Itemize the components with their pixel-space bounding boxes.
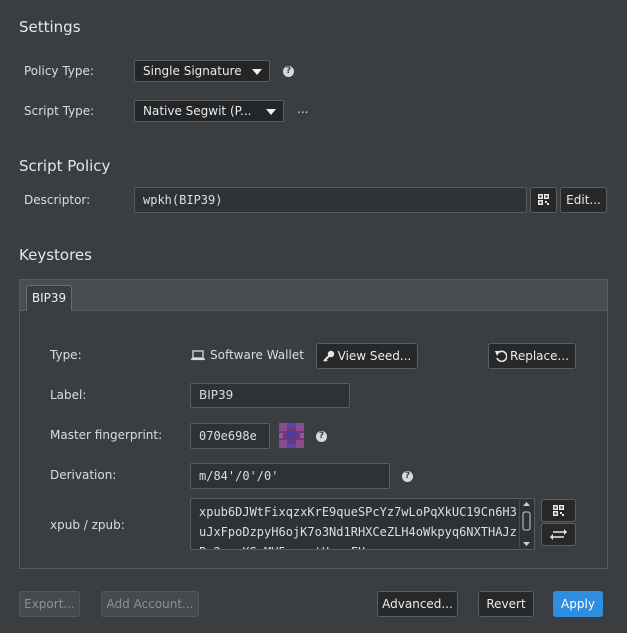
- revert-button[interactable]: Revert: [478, 591, 534, 617]
- chevron-down-icon: [266, 109, 276, 115]
- descriptor-edit-button[interactable]: Edit...: [560, 187, 607, 213]
- advanced-button[interactable]: Advanced...: [377, 591, 458, 617]
- tab-bip39[interactable]: BIP39: [26, 285, 72, 311]
- xpub-label: xpub / zpub:: [50, 518, 125, 532]
- derivation-label: Derivation:: [50, 468, 117, 482]
- identicon: [279, 423, 304, 448]
- script-policy-title: Script Policy: [19, 157, 111, 175]
- xpub-text: xpub6DJWtFixqzxKrE9queSPcYz7wLoPqXkUC19C…: [199, 505, 517, 549]
- label-label: Label:: [50, 388, 87, 402]
- script-type-value: Native Segwit (P...: [143, 104, 252, 118]
- xpub-field[interactable]: xpub6DJWtFixqzxKrE9queSPcYz7wLoPqXkUC19C…: [190, 498, 535, 550]
- descriptor-qr-button[interactable]: [530, 187, 557, 213]
- xpub-scrollbar[interactable]: [519, 500, 533, 548]
- descriptor-field[interactable]: wpkh(BIP39): [134, 187, 527, 213]
- script-type-more[interactable]: ...: [297, 102, 308, 116]
- undo-icon: [495, 350, 508, 363]
- replace-button[interactable]: Replace...: [488, 343, 576, 369]
- help-icon[interactable]: ?: [316, 431, 327, 442]
- fingerprint-field[interactable]: 070e698e: [190, 423, 270, 449]
- scrollbar-arrows: [522, 502, 531, 546]
- keystore-type-value: Software Wallet: [210, 348, 304, 362]
- keystore-tabbar: BIP39: [20, 280, 607, 311]
- view-seed-button[interactable]: View Seed...: [316, 343, 418, 369]
- chevron-down-icon: [252, 69, 262, 75]
- keystores-title: Keystores: [19, 246, 92, 264]
- qr-code-icon: [538, 194, 549, 205]
- type-label: Type:: [50, 348, 82, 362]
- view-seed-label: View Seed...: [337, 349, 412, 363]
- policy-type-value: Single Signature: [143, 64, 242, 78]
- xpub-qr-button[interactable]: [541, 499, 576, 522]
- qr-code-icon: [553, 505, 564, 516]
- export-button[interactable]: Export...: [19, 591, 80, 617]
- xpub-swap-button[interactable]: [541, 523, 576, 546]
- policy-type-label: Policy Type:: [24, 64, 94, 78]
- swap-icon: [550, 529, 567, 540]
- policy-type-select[interactable]: Single Signature: [134, 60, 270, 82]
- replace-label: Replace...: [510, 349, 569, 363]
- script-type-label: Script Type:: [24, 104, 95, 118]
- fingerprint-label: Master fingerprint:: [50, 428, 163, 442]
- laptop-icon: [191, 350, 205, 361]
- label-field[interactable]: BIP39: [190, 383, 350, 408]
- help-icon[interactable]: ?: [402, 471, 413, 482]
- key-icon: [322, 350, 334, 362]
- script-type-select[interactable]: Native Segwit (P...: [134, 100, 284, 122]
- help-icon[interactable]: ?: [283, 66, 294, 77]
- add-account-button[interactable]: Add Account...: [101, 591, 199, 617]
- derivation-field[interactable]: m/84'/0'/0': [190, 463, 390, 489]
- descriptor-label: Descriptor:: [24, 193, 91, 207]
- settings-title: Settings: [19, 18, 81, 36]
- apply-button[interactable]: Apply: [553, 591, 603, 617]
